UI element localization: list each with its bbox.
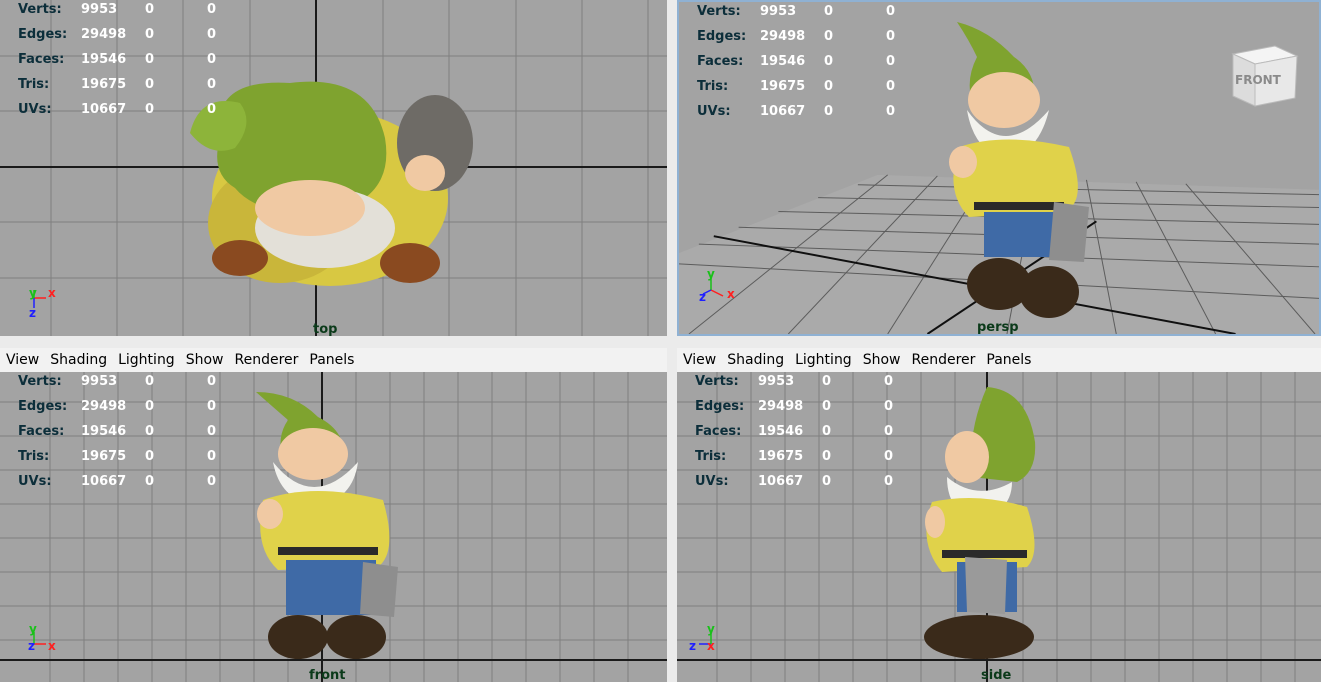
- menu-panels[interactable]: Panels: [309, 352, 354, 368]
- viewport-front[interactable]: View Shading Lighting Show Renderer Pane…: [0, 348, 667, 682]
- gnome-model-top[interactable]: [180, 48, 480, 293]
- menubar-front: View Shading Lighting Show Renderer Pane…: [0, 348, 667, 372]
- viewport-front-canvas[interactable]: Verts: 9953 0 0 Edges: 29498 0 0 Faces: 19546 0 0…: [0, 372, 667, 682]
- svg-text:y: y: [29, 286, 37, 300]
- menu-renderer[interactable]: Renderer: [234, 352, 298, 368]
- svg-text:z: z: [689, 639, 696, 653]
- menu-renderer[interactable]: Renderer: [911, 352, 975, 368]
- axis-gizmo-top: y x z: [24, 284, 64, 320]
- camera-label-side: side: [981, 668, 1012, 682]
- axis-gizmo-persp: y x z: [697, 267, 737, 304]
- viewport-persp[interactable]: FRONT Verts: 9953 0 0 Edges: 29498 0 0 Faces: 1…: [677, 0, 1321, 336]
- viewport-persp-canvas[interactable]: FRONT Verts: 9953 0 0 Edges: 29498 0 0 Faces: 1…: [677, 0, 1321, 336]
- svg-text:x: x: [707, 639, 715, 653]
- axis-gizmo-front: y x z: [24, 622, 64, 658]
- viewport-side[interactable]: View Shading Lighting Show Renderer Pane…: [677, 348, 1321, 682]
- svg-text:y: y: [707, 622, 715, 636]
- menu-shading[interactable]: Shading: [727, 352, 784, 368]
- gnome-model-front[interactable]: [248, 382, 418, 662]
- svg-text:y: y: [29, 622, 37, 636]
- svg-text:FRONT: FRONT: [1235, 73, 1282, 87]
- menu-view[interactable]: View: [683, 352, 716, 368]
- svg-text:x: x: [48, 286, 56, 300]
- menu-panels[interactable]: Panels: [986, 352, 1031, 368]
- svg-text:z: z: [28, 639, 35, 653]
- menu-shading[interactable]: Shading: [50, 352, 107, 368]
- menubar-side: View Shading Lighting Show Renderer Pane…: [677, 348, 1321, 372]
- menu-lighting[interactable]: Lighting: [118, 352, 175, 368]
- viewport-top-canvas[interactable]: Verts: 9953 0 0 Edges: 29498 0 0 Faces: 19546 0 0…: [0, 0, 667, 336]
- viewport-side-canvas[interactable]: Verts: 9953 0 0 Edges: 29498 0 0 Faces: 19546 0 0…: [677, 372, 1321, 682]
- svg-text:z: z: [699, 290, 706, 304]
- camera-label-top: top: [313, 322, 338, 336]
- camera-label-front: front: [309, 668, 346, 682]
- svg-text:z: z: [29, 306, 36, 320]
- camera-label-persp: persp: [977, 320, 1019, 335]
- menu-show[interactable]: Show: [186, 352, 224, 368]
- viewcube[interactable]: FRONT: [1225, 40, 1301, 112]
- menu-view[interactable]: View: [6, 352, 39, 368]
- svg-text:x: x: [727, 287, 735, 301]
- gnome-model-persp[interactable]: [929, 12, 1109, 322]
- menu-show[interactable]: Show: [863, 352, 901, 368]
- viewport-top[interactable]: Verts: 9953 0 0 Edges: 29498 0 0 Faces: 19546 0 0…: [0, 0, 667, 336]
- axis-gizmo-side: y x z: [685, 622, 725, 658]
- gnome-model-side[interactable]: [917, 382, 1057, 662]
- svg-text:x: x: [48, 639, 56, 653]
- svg-text:y: y: [707, 268, 715, 281]
- menu-lighting[interactable]: Lighting: [795, 352, 852, 368]
